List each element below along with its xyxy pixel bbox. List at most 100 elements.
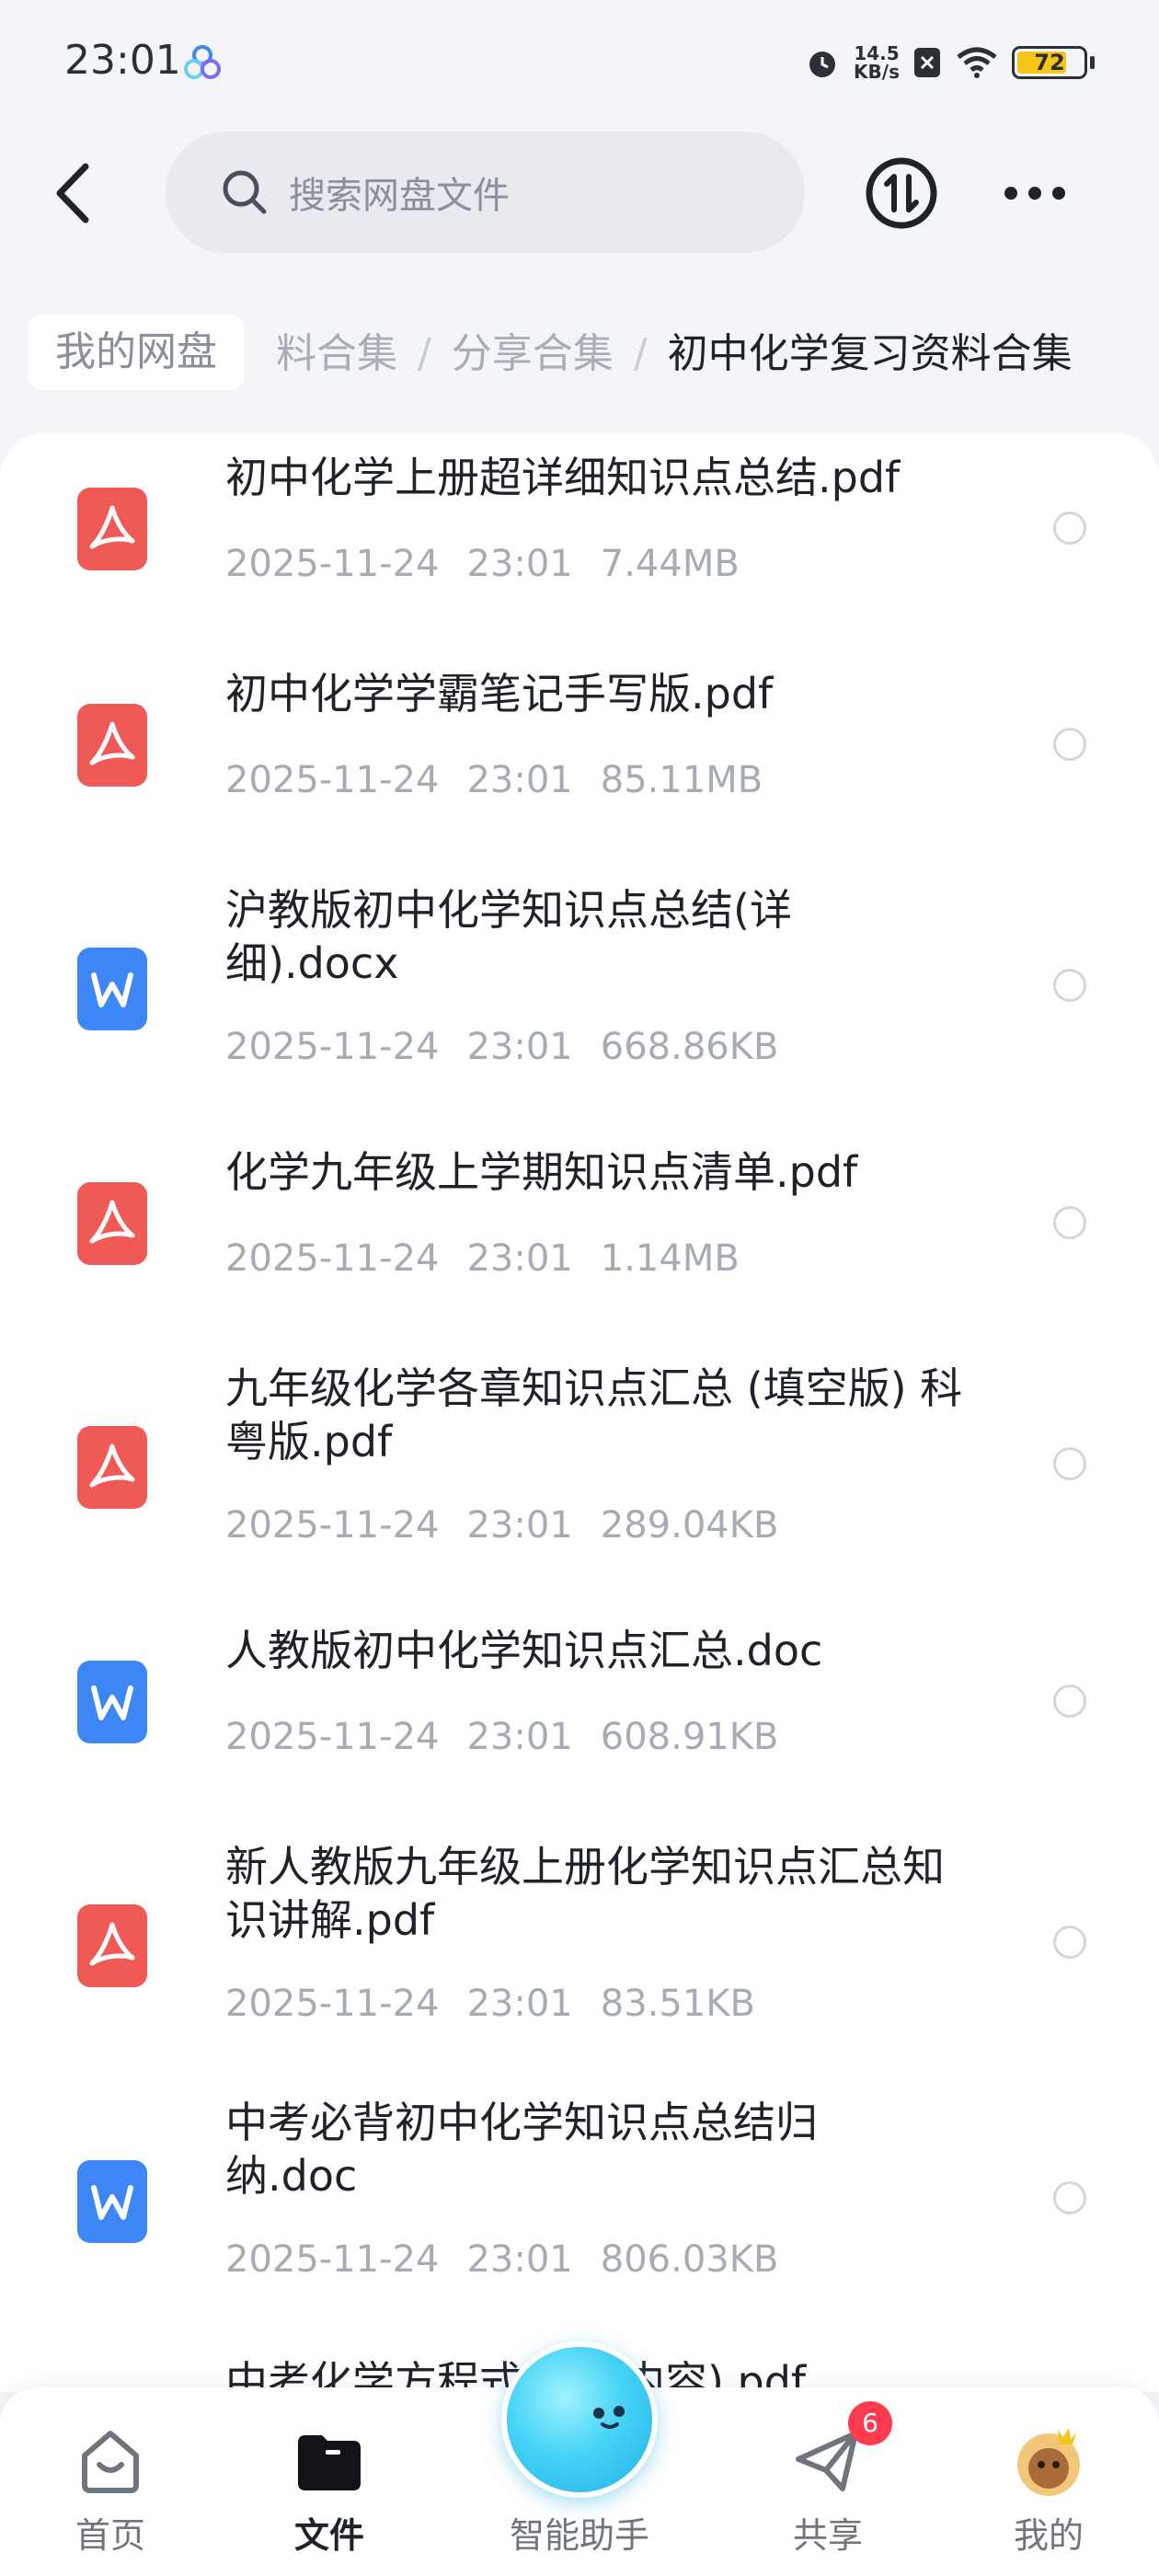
avatar bbox=[1017, 2428, 1080, 2496]
nav-share-label: 共享 bbox=[792, 2515, 863, 2556]
breadcrumb-root[interactable]: 我的网盘 bbox=[28, 315, 245, 390]
file-time: 23:01 bbox=[466, 1716, 573, 1758]
select-radio[interactable] bbox=[1053, 728, 1086, 761]
wifi-icon bbox=[957, 47, 997, 78]
file-size: 806.03KB bbox=[600, 2238, 779, 2281]
list-item[interactable]: 九年级化学各章知识点汇总 (填空版) 科粤版.pdf 2025-11-24 23:… bbox=[0, 1362, 1159, 1573]
file-time: 23:01 bbox=[466, 543, 573, 585]
select-radio[interactable] bbox=[1053, 2181, 1086, 2214]
file-name: 中考必背初中化学知识点总结归纳.doc bbox=[225, 2098, 818, 2201]
pdf-file-icon bbox=[77, 1182, 147, 1265]
status-time: 23:01 bbox=[64, 37, 181, 84]
file-date: 2025-11-24 bbox=[225, 1716, 440, 1758]
search-icon bbox=[223, 170, 267, 214]
transfer-list-icon[interactable] bbox=[865, 156, 938, 230]
file-name: 人教版初中化学知识点汇总.doc bbox=[225, 1626, 823, 1675]
file-name: 沪教版初中化学知识点总结(详细).docx bbox=[225, 885, 792, 988]
list-item[interactable]: 初中化学上册超详细知识点总结.pdf 2025-11-24 23:01 7.44MB bbox=[0, 451, 1159, 635]
pdf-file-icon bbox=[77, 488, 147, 570]
nav-assistant-label: 智能助手 bbox=[509, 2515, 649, 2556]
pdf-file-icon bbox=[77, 704, 147, 787]
assistant-orb-button[interactable] bbox=[501, 2341, 658, 2498]
more-options-icon[interactable] bbox=[1003, 179, 1067, 207]
sim-disabled-icon bbox=[914, 48, 940, 77]
file-name: 化学九年级上学期知识点清单.pdf bbox=[225, 1147, 858, 1197]
back-button[interactable] bbox=[37, 152, 110, 235]
file-size: 289.04KB bbox=[600, 1504, 779, 1547]
word-file-icon bbox=[77, 1661, 147, 1743]
file-size: 1.14MB bbox=[600, 1237, 740, 1280]
file-size: 608.91KB bbox=[600, 1716, 779, 1758]
alarm-icon bbox=[809, 52, 836, 77]
file-name: 初中化学上册超详细知识点总结.pdf bbox=[225, 453, 901, 502]
word-file-icon bbox=[77, 948, 147, 1030]
file-time: 23:01 bbox=[466, 2238, 573, 2281]
file-meta: 2025-11-24 23:01 289.04KB bbox=[225, 1504, 806, 1547]
nav-me[interactable]: 我的 bbox=[957, 2424, 1141, 2562]
battery-level: 72 bbox=[1034, 50, 1065, 75]
list-item[interactable]: 中考必背初中化学知识点总结归纳.doc 2025-11-24 23:01 806.0… bbox=[0, 2096, 1159, 2307]
select-radio[interactable] bbox=[1053, 512, 1086, 545]
breadcrumb-trail: 料合集 / 分享合集 / 初中化学复习资料合集 bbox=[276, 313, 1073, 396]
file-time: 23:01 bbox=[466, 759, 573, 801]
home-icon bbox=[82, 2431, 139, 2493]
breadcrumb-current: 初中化学复习资料合集 bbox=[667, 330, 1073, 377]
file-meta: 2025-11-24 23:01 806.03KB bbox=[225, 2238, 806, 2281]
select-radio[interactable] bbox=[1053, 969, 1086, 1002]
battery-body: 72 bbox=[1012, 46, 1087, 79]
battery-nub bbox=[1090, 56, 1095, 69]
file-date: 2025-11-24 bbox=[225, 759, 440, 801]
pdf-file-icon bbox=[77, 1904, 147, 1987]
net-speed-unit: KB/s bbox=[854, 61, 900, 83]
search-placeholder: 搜索网盘文件 bbox=[289, 175, 510, 217]
file-date: 2025-11-24 bbox=[225, 543, 440, 585]
nav-home[interactable]: 首页 bbox=[18, 2424, 202, 2562]
folder-icon bbox=[298, 2435, 361, 2490]
list-item[interactable]: 化学九年级上学期知识点清单.pdf 2025-11-24 23:01 1.14MB bbox=[0, 1145, 1159, 1329]
breadcrumb: 我的网盘 料合集 / 分享合集 / 初中化学复习资料合集 bbox=[0, 313, 1159, 396]
nav-files[interactable]: 文件 bbox=[237, 2424, 421, 2562]
list-item[interactable]: 沪教版初中化学知识点总结(详细).docx 2025-11-24 23:01 668… bbox=[0, 883, 1159, 1095]
nav-files-label: 文件 bbox=[293, 2515, 364, 2556]
file-list[interactable]: 初中化学上册超详细知识点总结.pdf 2025-11-24 23:01 7.44MB… bbox=[0, 432, 1159, 2392]
select-radio[interactable] bbox=[1053, 1447, 1086, 1480]
file-date: 2025-11-24 bbox=[225, 1237, 440, 1280]
nav-home-label: 首页 bbox=[75, 2515, 145, 2556]
file-meta: 2025-11-24 23:01 608.91KB bbox=[225, 1716, 806, 1758]
breadcrumb-separator: / bbox=[633, 330, 648, 377]
word-file-icon bbox=[77, 2160, 147, 2243]
breadcrumb-partial[interactable]: 料合集 bbox=[276, 330, 397, 377]
select-radio[interactable] bbox=[1053, 1926, 1086, 1959]
app-notification-icon bbox=[184, 45, 221, 79]
file-size: 85.11MB bbox=[600, 759, 763, 801]
battery-indicator: 72 bbox=[1012, 46, 1095, 79]
list-item[interactable]: 新人教版九年级上册化学知识点汇总知识讲解.pdf 2025-11-24 23:01… bbox=[0, 1840, 1159, 2052]
search-input[interactable]: 搜索网盘文件 bbox=[166, 132, 805, 253]
pdf-file-icon bbox=[77, 1426, 147, 1509]
file-meta: 2025-11-24 23:01 7.44MB bbox=[225, 543, 767, 585]
nav-share[interactable]: 共享 bbox=[736, 2424, 920, 2562]
file-date: 2025-11-24 bbox=[225, 1504, 440, 1547]
file-meta: 2025-11-24 23:01 83.51KB bbox=[225, 1983, 783, 2025]
file-name: 新人教版九年级上册化学知识点汇总知识讲解.pdf bbox=[225, 1842, 945, 1945]
file-name: 九年级化学各章知识点汇总 (填空版) 科粤版.pdf bbox=[225, 1363, 963, 1466]
breadcrumb-separator: / bbox=[418, 330, 431, 377]
status-bar: 23:01 14.5 KB/s 72 bbox=[0, 0, 1159, 120]
file-time: 23:01 bbox=[466, 1026, 573, 1068]
file-meta: 2025-11-24 23:01 668.86KB bbox=[225, 1026, 806, 1068]
file-date: 2025-11-24 bbox=[225, 1983, 440, 2025]
file-meta: 2025-11-24 23:01 85.11MB bbox=[225, 759, 790, 801]
list-item[interactable]: 初中化学学霸笔记手写版.pdf 2025-11-24 23:01 85.11MB bbox=[0, 667, 1159, 851]
breadcrumb-middle[interactable]: 分享合集 bbox=[452, 330, 614, 377]
list-item[interactable]: 人教版初中化学知识点汇总.doc 2025-11-24 23:01 608.91KB bbox=[0, 1624, 1159, 1808]
file-time: 23:01 bbox=[466, 1237, 573, 1280]
chevron-left-icon bbox=[56, 163, 89, 224]
select-radio[interactable] bbox=[1053, 1206, 1086, 1239]
file-size: 7.44MB bbox=[600, 543, 740, 585]
assistant-face-icon bbox=[593, 2406, 625, 2429]
net-speed-value: 14.5 bbox=[854, 42, 900, 64]
select-radio[interactable] bbox=[1053, 1685, 1086, 1718]
nav-me-label: 我的 bbox=[1013, 2515, 1084, 2556]
file-size: 668.86KB bbox=[600, 1026, 779, 1068]
file-meta: 2025-11-24 23:01 1.14MB bbox=[225, 1237, 767, 1280]
